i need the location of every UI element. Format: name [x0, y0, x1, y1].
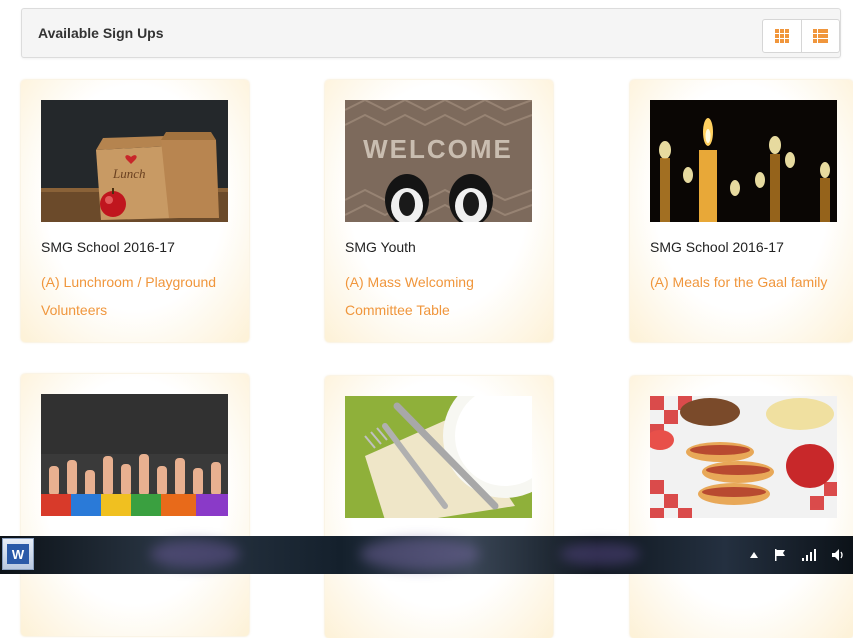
signup-card[interactable]: SMG School 2016-17 (A) Meals for the Gaa…: [630, 80, 853, 342]
signup-card[interactable]: [21, 374, 249, 636]
list-view-button[interactable]: [801, 20, 839, 52]
signup-card[interactable]: [325, 376, 553, 638]
list-icon: [813, 29, 828, 43]
welcome-mat-image[interactable]: WELCOME: [345, 100, 532, 222]
word-taskbar-button[interactable]: W: [2, 538, 34, 570]
card-organization: SMG School 2016-17: [41, 239, 175, 255]
volume-icon[interactable]: [831, 548, 845, 562]
card-title-link[interactable]: (A) Lunchroom / Playground Volunteers: [41, 268, 236, 324]
svg-text:Lunch: Lunch: [112, 166, 146, 181]
card-title-link[interactable]: (A) Mass Welcoming Committee Table: [345, 268, 540, 324]
signup-card[interactable]: Lunch SMG School 2016-17 (A) Lunchroom /…: [21, 80, 249, 342]
place-setting-image[interactable]: [345, 396, 532, 518]
card-organization: SMG School 2016-17: [650, 239, 784, 255]
system-tray: [749, 548, 845, 562]
raised-hands-image[interactable]: [41, 394, 228, 516]
signups-header: Available Sign Ups: [21, 8, 841, 58]
view-toggle: [762, 19, 840, 53]
grid-icon: [775, 29, 789, 43]
taskbar: W: [0, 536, 853, 574]
hot-dogs-image[interactable]: [650, 396, 837, 518]
svg-text:WELCOME: WELCOME: [363, 134, 513, 164]
signup-card[interactable]: WELCOME SMG Youth (A) Mass Welcoming Com…: [325, 80, 553, 342]
lunch-bags-image[interactable]: Lunch: [41, 100, 228, 222]
up-arrow-icon[interactable]: [749, 550, 759, 560]
card-title-link[interactable]: (A) Meals for the Gaal family: [650, 268, 845, 296]
signal-icon[interactable]: [801, 548, 817, 562]
flag-icon[interactable]: [773, 548, 787, 562]
candles-image[interactable]: [650, 100, 837, 222]
page-title: Available Sign Ups: [38, 25, 164, 41]
word-icon: W: [7, 544, 29, 564]
signup-card[interactable]: [630, 376, 853, 638]
svg-text:W: W: [12, 547, 25, 562]
card-organization: SMG Youth: [345, 239, 416, 255]
grid-view-button[interactable]: [763, 20, 801, 52]
